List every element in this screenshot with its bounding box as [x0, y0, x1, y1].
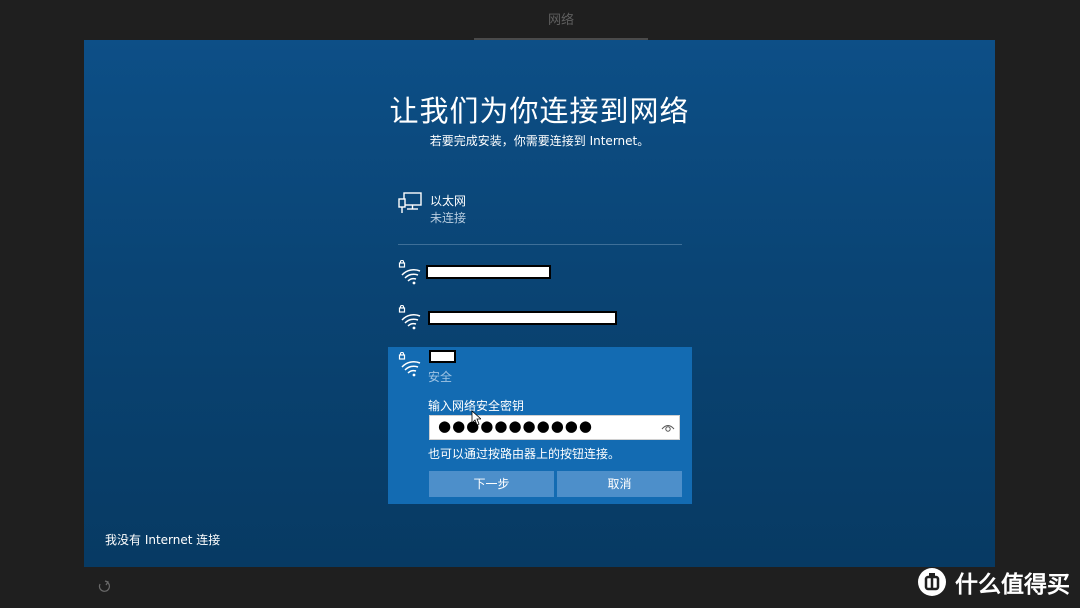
- page-title: 让我们为你连接到网络: [389, 94, 690, 128]
- wifi-network-item-2[interactable]: [398, 305, 698, 337]
- password-value: ●●●●●●●●●●●: [438, 417, 593, 435]
- redacted-network-name: [429, 350, 456, 363]
- redacted-network-name: [426, 265, 551, 279]
- next-button[interactable]: 下一步: [429, 471, 554, 497]
- ethernet-item[interactable]: 以太网 未连接: [388, 185, 688, 245]
- watermark-text: 什么值得买: [955, 572, 1070, 598]
- security-label: 安全: [428, 370, 453, 384]
- network-panel: 让我们为你连接到网络 若要完成安装，你需要连接到 Internet。 以太网 未…: [84, 40, 995, 567]
- wifi-locked-icon: [398, 352, 421, 377]
- oobe-window: 网络 让我们为你连接到网络 若要完成安装，你需要连接到 Internet。 以太…: [0, 0, 1080, 608]
- wifi-locked-icon: [398, 305, 421, 330]
- ethernet-icon: [398, 192, 422, 213]
- cancel-button[interactable]: 取消: [557, 471, 682, 497]
- network-key-input[interactable]: ●●●●●●●●●●●: [429, 415, 680, 440]
- wps-hint: 也可以通过按路由器上的按钮连接。: [428, 447, 621, 461]
- top-tab-network: 网络: [474, 8, 648, 40]
- eye-icon[interactable]: [661, 422, 675, 434]
- watermark: 什么值得买: [917, 566, 1070, 598]
- selected-network-panel[interactable]: 安全 输入网络安全密钥 ●●●●●●●●●●● 也可以通过按路由器上的按钮连接。…: [388, 347, 692, 504]
- mouse-cursor-icon: [471, 410, 481, 426]
- network-list: 以太网 未连接: [388, 185, 688, 245]
- smzdm-logo-icon: [918, 568, 946, 596]
- ethernet-name: 以太网: [430, 194, 467, 208]
- redacted-network-name: [428, 311, 617, 325]
- wifi-network-item-1[interactable]: [398, 260, 698, 292]
- no-internet-link[interactable]: 我没有 Internet 连接: [105, 531, 220, 548]
- page-subtitle: 若要完成安装，你需要连接到 Internet。: [429, 134, 650, 148]
- list-divider: [398, 244, 682, 245]
- ease-of-access-icon[interactable]: [97, 580, 111, 594]
- ethernet-status: 未连接: [430, 211, 467, 225]
- wifi-locked-icon: [398, 260, 421, 285]
